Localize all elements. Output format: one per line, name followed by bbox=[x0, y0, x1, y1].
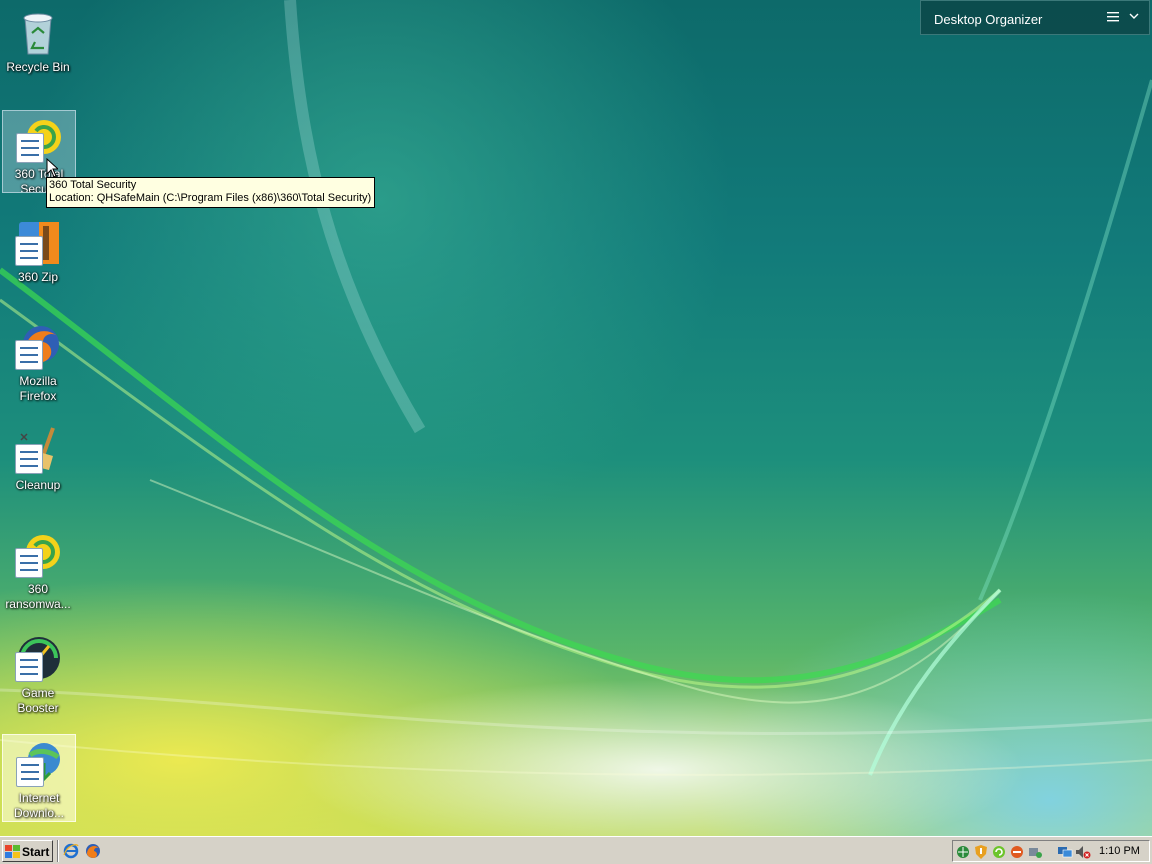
desktop-icon-mozilla-firefox[interactable]: Mozilla Firefox bbox=[2, 318, 74, 404]
recycle-bin-icon bbox=[13, 8, 63, 58]
desktop-icon-cleanup[interactable]: Cleanup bbox=[2, 422, 74, 493]
desktop-icon-360-zip[interactable]: 360 Zip bbox=[2, 214, 74, 285]
internet-explorer-icon[interactable] bbox=[63, 843, 79, 859]
security-shield-icon[interactable] bbox=[973, 844, 989, 860]
icon-tooltip: 360 Total Security Location: QHSafeMain … bbox=[46, 177, 376, 208]
volume-muted-icon[interactable] bbox=[1075, 844, 1091, 860]
network-monitor-icon[interactable] bbox=[1057, 844, 1073, 860]
desktop-icon-internet-download[interactable]: Internet Downlo... bbox=[2, 734, 76, 822]
windows-logo-icon bbox=[5, 845, 20, 858]
update-icon[interactable] bbox=[991, 844, 1007, 860]
tooltip-title: 360 Total Security bbox=[49, 179, 137, 191]
game-booster-icon bbox=[13, 634, 63, 684]
start-button[interactable]: Start bbox=[2, 840, 53, 862]
desktop-icon-recycle-bin[interactable]: Recycle Bin bbox=[2, 4, 74, 75]
desktop-icon-label: Mozilla Firefox bbox=[19, 374, 57, 403]
firefox-icon bbox=[13, 322, 63, 372]
cleanup-icon bbox=[13, 426, 63, 476]
desktop-icon-label: Game Booster bbox=[17, 686, 59, 715]
360-zip-icon bbox=[13, 218, 63, 268]
tooltip-location: Location: QHSafeMain (C:\Program Files (… bbox=[49, 192, 372, 204]
desktop-icon-label: Internet Downlo... bbox=[13, 791, 65, 820]
desktop-organizer-panel[interactable]: Desktop Organizer bbox=[920, 0, 1150, 35]
desktop-icon-label: Cleanup bbox=[15, 478, 61, 492]
clock[interactable]: 1:10 PM bbox=[1099, 845, 1140, 857]
desktop-icon-game-booster[interactable]: Game Booster bbox=[2, 630, 74, 716]
desktop-wallpaper bbox=[0, 0, 1152, 836]
start-label: Start bbox=[22, 845, 50, 859]
desktop-icon-360-ransomware[interactable]: 360 ransomwa... bbox=[2, 526, 74, 612]
system-tray: 1:10 PM bbox=[952, 840, 1150, 862]
chevron-down-icon[interactable] bbox=[1128, 10, 1140, 22]
desktop-organizer-title: Desktop Organizer bbox=[934, 12, 1043, 27]
network-icon[interactable] bbox=[955, 844, 971, 860]
device-icon[interactable] bbox=[1027, 844, 1043, 860]
hamburger-menu-icon[interactable] bbox=[1107, 11, 1121, 23]
mouse-cursor-icon bbox=[46, 158, 58, 178]
internet-download-icon bbox=[14, 739, 64, 789]
block-icon[interactable] bbox=[1009, 844, 1025, 860]
desktop-icon-label: 360 Zip bbox=[17, 270, 59, 284]
360-ransomware-icon bbox=[13, 530, 63, 580]
taskbar: Start 1:10 PM bbox=[0, 836, 1152, 864]
firefox-quicklaunch-icon[interactable] bbox=[85, 843, 101, 859]
desktop-icon-label: 360 ransomwa... bbox=[5, 582, 71, 611]
taskbar-separator bbox=[57, 840, 59, 862]
desktop-icon-label: Recycle Bin bbox=[6, 60, 70, 74]
wallpaper-light-streaks bbox=[0, 0, 1152, 776]
